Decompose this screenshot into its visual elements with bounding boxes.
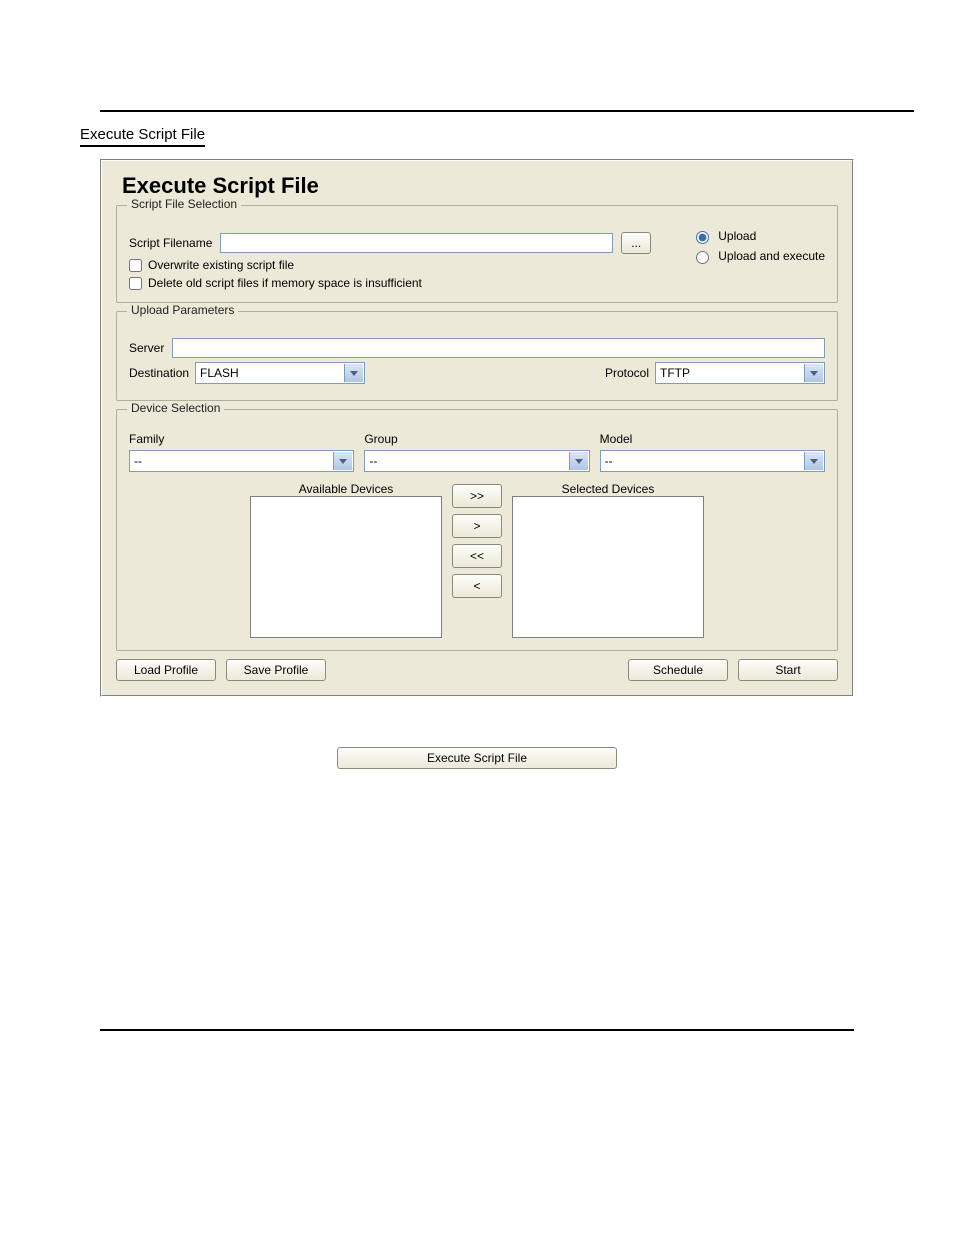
move-right-button[interactable]: >	[452, 514, 502, 538]
server-input[interactable]	[172, 338, 825, 358]
upload-execute-radio[interactable]	[696, 251, 709, 264]
upload-execute-radio-label: Upload and execute	[718, 249, 825, 263]
upload-execute-radio-row[interactable]: Upload and execute	[691, 248, 825, 264]
device-selection-legend: Device Selection	[127, 401, 224, 415]
rule-top	[100, 110, 914, 112]
group-select[interactable]: --	[364, 450, 589, 472]
rule-bottom	[100, 1029, 854, 1031]
chevron-down-icon	[804, 364, 823, 382]
script-file-selection-legend: Script File Selection	[127, 197, 241, 211]
selected-devices-list[interactable]	[512, 496, 704, 638]
device-selection-group: Device Selection Family -- Group --	[116, 409, 838, 651]
protocol-label: Protocol	[605, 366, 649, 380]
upload-radio-row[interactable]: Upload	[691, 228, 825, 244]
available-devices-list[interactable]	[250, 496, 442, 638]
document-page: Execute Script File Execute Script File …	[0, 0, 954, 1111]
upload-radio[interactable]	[696, 231, 709, 244]
panel-inner: Execute Script File Script File Selectio…	[101, 160, 853, 696]
model-select[interactable]: --	[600, 450, 825, 472]
upload-parameters-group: Upload Parameters Server Destination FLA…	[116, 311, 838, 401]
upload-radio-label: Upload	[718, 229, 756, 243]
delete-old-checkbox[interactable]	[129, 277, 142, 290]
script-filename-input[interactable]	[220, 233, 613, 253]
schedule-button[interactable]: Schedule	[628, 659, 728, 681]
group-label: Group	[364, 432, 589, 446]
panel-title: Execute Script File	[122, 173, 838, 199]
model-value: --	[605, 454, 613, 468]
standalone-button-wrap: Execute Script File	[40, 747, 914, 769]
start-button[interactable]: Start	[738, 659, 838, 681]
destination-value: FLASH	[200, 366, 239, 380]
delete-old-label: Delete old script files if memory space …	[148, 276, 422, 290]
load-profile-button[interactable]: Load Profile	[116, 659, 216, 681]
upload-mode-radios: Upload Upload and execute	[691, 228, 825, 264]
available-devices-label: Available Devices	[250, 482, 442, 496]
execute-script-file-button[interactable]: Execute Script File	[337, 747, 617, 769]
execute-script-panel: Execute Script File Script File Selectio…	[100, 159, 854, 697]
browse-button[interactable]: ...	[621, 232, 651, 254]
model-label: Model	[600, 432, 825, 446]
selected-devices-label: Selected Devices	[512, 482, 704, 496]
footer-buttons: Load Profile Save Profile Schedule Start	[116, 659, 838, 681]
delete-old-checkbox-row[interactable]: Delete old script files if memory space …	[129, 276, 651, 290]
script-file-selection-group: Script File Selection Script Filename ..…	[116, 205, 838, 303]
overwrite-checkbox-row[interactable]: Overwrite existing script file	[129, 258, 651, 272]
destination-label: Destination	[129, 366, 189, 380]
protocol-select[interactable]: TFTP	[655, 362, 825, 384]
script-filename-label: Script Filename	[129, 236, 212, 250]
family-label: Family	[129, 432, 354, 446]
chevron-down-icon	[804, 452, 823, 470]
spacer	[336, 659, 618, 681]
overwrite-label: Overwrite existing script file	[148, 258, 294, 272]
protocol-value: TFTP	[660, 366, 690, 380]
chevron-down-icon	[333, 452, 352, 470]
family-select[interactable]: --	[129, 450, 354, 472]
chevron-down-icon	[569, 452, 588, 470]
group-value: --	[369, 454, 377, 468]
move-all-left-button[interactable]: <<	[452, 544, 502, 568]
chevron-down-icon	[344, 364, 363, 382]
move-all-right-button[interactable]: >>	[452, 484, 502, 508]
overwrite-checkbox[interactable]	[129, 259, 142, 272]
server-label: Server	[129, 341, 164, 355]
destination-select[interactable]: FLASH	[195, 362, 365, 384]
upload-parameters-legend: Upload Parameters	[127, 303, 238, 317]
save-profile-button[interactable]: Save Profile	[226, 659, 326, 681]
section-heading: Execute Script File	[80, 126, 205, 147]
family-value: --	[134, 454, 142, 468]
move-left-button[interactable]: <	[452, 574, 502, 598]
